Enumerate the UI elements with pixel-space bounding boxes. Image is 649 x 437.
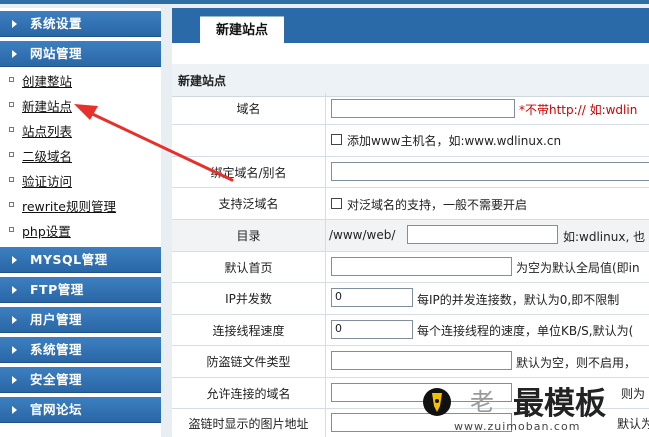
default-index-label: 默认首页: [172, 252, 326, 282]
alias-label: 绑定域名/别名: [172, 157, 326, 187]
sidebar-item-rewrite-rules[interactable]: rewrite规则管理: [0, 192, 161, 217]
hotlink-image-label: 盗链时显示的图片地址: [172, 409, 326, 437]
sidebar-item-create-full-site[interactable]: 创建整站: [0, 67, 161, 92]
bullet-icon: [9, 102, 14, 107]
top-bar: [0, 0, 649, 4]
sidebar-section-mysql[interactable]: MYSQL管理: [0, 247, 161, 273]
row-alias: 绑定域名/别名: [172, 157, 649, 188]
triangle-right-icon: [12, 256, 17, 264]
form-title: 新建站点: [178, 74, 227, 88]
bullet-icon: [9, 177, 14, 182]
bullet-icon: [9, 152, 14, 157]
row-directory: 目录 /www/web/ 如:wdlinux, 也: [172, 220, 649, 252]
bullet-icon: [9, 202, 14, 207]
row-hotlink-types: 防盗链文件类型 默认为空，则不启用，: [172, 346, 649, 378]
domain-hint: *不带http:// 如:wdlin: [519, 103, 638, 117]
sidebar-item-new-site[interactable]: 新建站点: [0, 92, 161, 117]
row-domain: 域名 *不带http:// 如:wdlin: [172, 93, 649, 125]
sidebar-section-forum[interactable]: 官网论坛: [0, 397, 161, 423]
watermark-url: www.zuimoban.com: [454, 420, 581, 433]
sidebar-section-security[interactable]: 安全管理: [0, 367, 161, 393]
hotlink-types-input[interactable]: [331, 351, 512, 370]
main-panel: 新建站点 新建站点 域名 *不带http:// 如:wdlin 添加www主机名…: [172, 8, 649, 437]
directory-input[interactable]: [407, 225, 558, 244]
domain-input[interactable]: [331, 99, 515, 118]
sidebar-item-subdomain[interactable]: 二级域名: [0, 142, 161, 167]
sidebar: 系统设置 网站管理 创建整站 新建站点 站点列表 二级域名 验证访问 rewri…: [0, 8, 161, 437]
sidebar-item-php-settings[interactable]: php设置: [0, 217, 161, 242]
ip-concurrency-input[interactable]: 0: [331, 288, 413, 307]
row-www: 添加www主机名，如:www.wdlinux.cn: [172, 125, 649, 157]
ip-concurrency-hint: 每IP的并发连接数，默认为0,即不限制: [417, 293, 620, 307]
alias-input[interactable]: [331, 162, 649, 181]
row-thread-speed: 连接线程速度 0 每个连接线程的速度，单位KB/S,默认为(: [172, 315, 649, 346]
watermark: 老 最模板 www.zuimoban.com: [418, 378, 649, 437]
domain-label: 域名: [172, 93, 326, 124]
triangle-right-icon: [12, 20, 17, 28]
pen-logo-icon: [423, 388, 451, 416]
sidebar-section-users[interactable]: 用户管理: [0, 307, 161, 333]
triangle-right-icon: [12, 316, 17, 324]
tab-bar: 新建站点: [172, 8, 649, 44]
watermark-text-1: 老: [470, 388, 494, 416]
ip-concurrency-label: IP并发数: [172, 283, 326, 314]
row-ip-concurrency: IP并发数 0 每IP的并发连接数，默认为0,即不限制: [172, 283, 649, 315]
thread-speed-hint: 每个连接线程的速度，单位KB/S,默认为(: [417, 324, 634, 338]
bullet-icon: [9, 227, 14, 232]
tab-new-site[interactable]: 新建站点: [200, 16, 284, 44]
www-checkbox[interactable]: [331, 134, 342, 145]
sidebar-section-site-management[interactable]: 网站管理: [0, 41, 161, 67]
row-wildcard: 支持泛域名 对泛域名的支持，一般不需要开启: [172, 188, 649, 220]
triangle-right-icon: [12, 406, 17, 414]
triangle-right-icon: [12, 50, 17, 58]
row-default-index: 默认首页 为空为默认全局值(即in: [172, 252, 649, 283]
thread-speed-input[interactable]: 0: [331, 320, 413, 339]
hotlink-types-hint: 默认为空，则不启用，: [516, 356, 637, 370]
www-checkbox-text: 添加www主机名，如:www.wdlinux.cn: [347, 134, 562, 148]
sidebar-section-system-settings[interactable]: 系统设置: [0, 11, 161, 37]
sidebar-item-auth-access[interactable]: 验证访问: [0, 167, 161, 192]
default-index-hint: 为空为默认全局值(即in: [516, 261, 640, 275]
default-index-input[interactable]: [331, 257, 512, 276]
thread-speed-label: 连接线程速度: [172, 315, 326, 345]
hotlink-types-label: 防盗链文件类型: [172, 346, 326, 377]
directory-label: 目录: [172, 220, 326, 251]
triangle-right-icon: [12, 376, 17, 384]
www-label: [172, 125, 326, 156]
wildcard-label: 支持泛域名: [172, 188, 326, 219]
triangle-right-icon: [12, 286, 17, 294]
directory-hint: 如:wdlinux, 也: [563, 230, 646, 244]
bullet-icon: [9, 127, 14, 132]
sidebar-section-system-management[interactable]: 系统管理: [0, 337, 161, 363]
sidebar-section-ftp[interactable]: FTP管理: [0, 277, 161, 303]
directory-prefix: /www/web/: [329, 228, 396, 242]
wildcard-checkbox[interactable]: [331, 198, 342, 209]
sidebar-item-site-list[interactable]: 站点列表: [0, 117, 161, 142]
triangle-right-icon: [12, 346, 17, 354]
allowed-domains-label: 允许连接的域名: [172, 378, 326, 408]
watermark-text-2: 最模板: [513, 386, 606, 422]
wildcard-checkbox-text: 对泛域名的支持，一般不需要开启: [347, 198, 528, 212]
bullet-icon: [9, 77, 14, 82]
